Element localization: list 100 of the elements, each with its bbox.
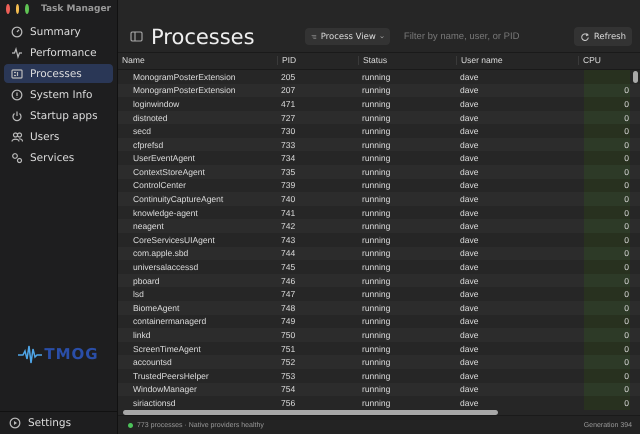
table-cell-text: accountsd bbox=[132, 357, 173, 368]
cpu-cell: 0 bbox=[584, 124, 630, 138]
table-cell-text: 739 bbox=[280, 180, 296, 190]
sidebar-item[interactable]: Services bbox=[4, 148, 113, 167]
window-title: Task Manager bbox=[40, 4, 111, 14]
table-cell-text: linkd bbox=[132, 330, 152, 340]
table-cell-text: 747 bbox=[280, 289, 296, 300]
table-cell-text: running bbox=[361, 344, 392, 354]
cpu-cell bbox=[584, 70, 630, 84]
table-cell-text: running bbox=[361, 302, 392, 313]
table-cell-text: 743 bbox=[280, 234, 296, 245]
column-header[interactable]: Status bbox=[358, 56, 456, 66]
cpu-cell: 0 bbox=[584, 328, 630, 342]
cpu-cell: 0 bbox=[584, 178, 630, 192]
cpu-cell: 0 bbox=[584, 287, 630, 302]
cpu-cell: 0 bbox=[584, 151, 630, 166]
table-cell-text: 745 bbox=[280, 262, 296, 272]
cpu-cell: 0 bbox=[584, 165, 630, 179]
settings-button[interactable]: Settings bbox=[0, 411, 117, 434]
table-cell-text: dave bbox=[459, 85, 480, 96]
logo-text: TMOG bbox=[44, 345, 99, 363]
table-cell-text: running bbox=[361, 153, 392, 164]
sidebar-item[interactable]: Users bbox=[4, 127, 113, 146]
table-cell-text: distnoted bbox=[132, 112, 168, 122]
list-icon bbox=[11, 68, 23, 80]
column-header[interactable]: User name bbox=[456, 56, 578, 66]
table-cell-text: MonogramPosterExtension bbox=[132, 85, 237, 96]
table-cell-text: loginwindow bbox=[132, 98, 180, 109]
table-cell-text: running bbox=[361, 72, 392, 82]
table-cell-text: 735 bbox=[280, 166, 296, 177]
sidebar-item[interactable]: Processes bbox=[4, 64, 113, 83]
column-header[interactable]: CPU bbox=[578, 56, 630, 66]
refresh-button[interactable]: Refresh bbox=[574, 27, 632, 46]
cpu-cell: 0 bbox=[584, 274, 630, 288]
pulse-icon bbox=[11, 46, 23, 58]
column-header[interactable]: Name bbox=[118, 56, 277, 66]
table-cell-text: dave bbox=[459, 112, 480, 122]
table-cell-text: dave bbox=[459, 153, 480, 164]
table-cell-text: dave bbox=[459, 98, 480, 109]
table-cell-text: dave bbox=[459, 276, 480, 286]
table-cell-text: running bbox=[361, 316, 392, 326]
view-dropdown[interactable]: Process View bbox=[304, 28, 390, 46]
table-cell-text: dave bbox=[459, 357, 480, 368]
table-cell-text: 756 bbox=[280, 398, 296, 408]
chevron-icon bbox=[380, 34, 384, 40]
table-cell-text: 741 bbox=[280, 208, 296, 218]
table-cell-text: running bbox=[361, 357, 392, 368]
table-cell-text: running bbox=[361, 194, 392, 204]
table-cell-text: dave bbox=[459, 140, 480, 150]
table-cell-text: secd bbox=[132, 126, 152, 136]
sidebar-item[interactable]: Summary bbox=[4, 22, 113, 41]
info-icon bbox=[11, 88, 23, 100]
table-cell-text: ContinuityCaptureAgent bbox=[132, 194, 224, 204]
table-cell-text: dave bbox=[459, 330, 480, 340]
table-cell-text: dave bbox=[459, 289, 480, 300]
cpu-cell: 0 bbox=[584, 342, 630, 356]
table-cell-text: running bbox=[361, 221, 392, 232]
table-cell-text: dave bbox=[459, 126, 480, 136]
table-cell-text: MonogramPosterExtension bbox=[132, 72, 237, 82]
cpu-cell: 0 bbox=[584, 314, 630, 328]
minimize-button[interactable] bbox=[16, 4, 20, 14]
table-cell-text: dave bbox=[459, 398, 480, 408]
table-cell-text: running bbox=[361, 398, 392, 408]
table-cell-text: cfprefsd bbox=[132, 140, 164, 150]
table-cell-text: dave bbox=[459, 248, 480, 258]
scrollbar-thumb[interactable] bbox=[123, 410, 498, 416]
table-cell-text: running bbox=[361, 180, 392, 190]
table-cell-text: 471 bbox=[280, 98, 296, 109]
table-cell-text: running bbox=[361, 262, 392, 272]
cpu-cell: 0 bbox=[584, 246, 630, 260]
cpu-cell: 0 bbox=[584, 110, 630, 124]
table-cell-text: 751 bbox=[280, 344, 296, 354]
close-button[interactable] bbox=[6, 4, 10, 14]
table-cell-text: running bbox=[361, 370, 392, 381]
table-cell-text: 207 bbox=[280, 85, 296, 96]
sidebar-item[interactable]: Startup apps bbox=[4, 106, 113, 125]
cpu-cell: 0 bbox=[584, 138, 630, 152]
cpu-cell: 0 bbox=[584, 355, 630, 369]
table-cell-text: 733 bbox=[280, 140, 296, 150]
table-cell-text: dave bbox=[459, 262, 480, 272]
column-header[interactable]: PID bbox=[277, 56, 358, 66]
sidebar-item[interactable]: Performance bbox=[4, 43, 113, 62]
cpu-cell: 0 bbox=[584, 382, 630, 396]
table-cell-text: 740 bbox=[280, 194, 296, 204]
table-cell-text: dave bbox=[459, 208, 480, 218]
cpu-cell: 0 bbox=[584, 97, 630, 111]
sidebar-item[interactable]: System Info bbox=[4, 85, 113, 104]
scrollbar-thumb[interactable] bbox=[633, 70, 638, 83]
table-cell-text: 730 bbox=[280, 126, 296, 136]
cpu-cell: 0 bbox=[584, 219, 630, 234]
table-cell-text: 753 bbox=[280, 370, 296, 381]
table-cell-text: WindowManager bbox=[132, 384, 198, 394]
zoom-button[interactable] bbox=[25, 4, 29, 14]
sidebar-toggle-icon bbox=[130, 30, 143, 44]
table-cell-text: dave bbox=[459, 234, 480, 245]
table-cell-text: dave bbox=[459, 194, 480, 204]
table-cell-text: universalaccessd bbox=[132, 262, 200, 272]
table-cell-text: running bbox=[361, 384, 392, 394]
table-cell-text: running bbox=[361, 289, 392, 300]
refresh-icon bbox=[580, 32, 590, 42]
